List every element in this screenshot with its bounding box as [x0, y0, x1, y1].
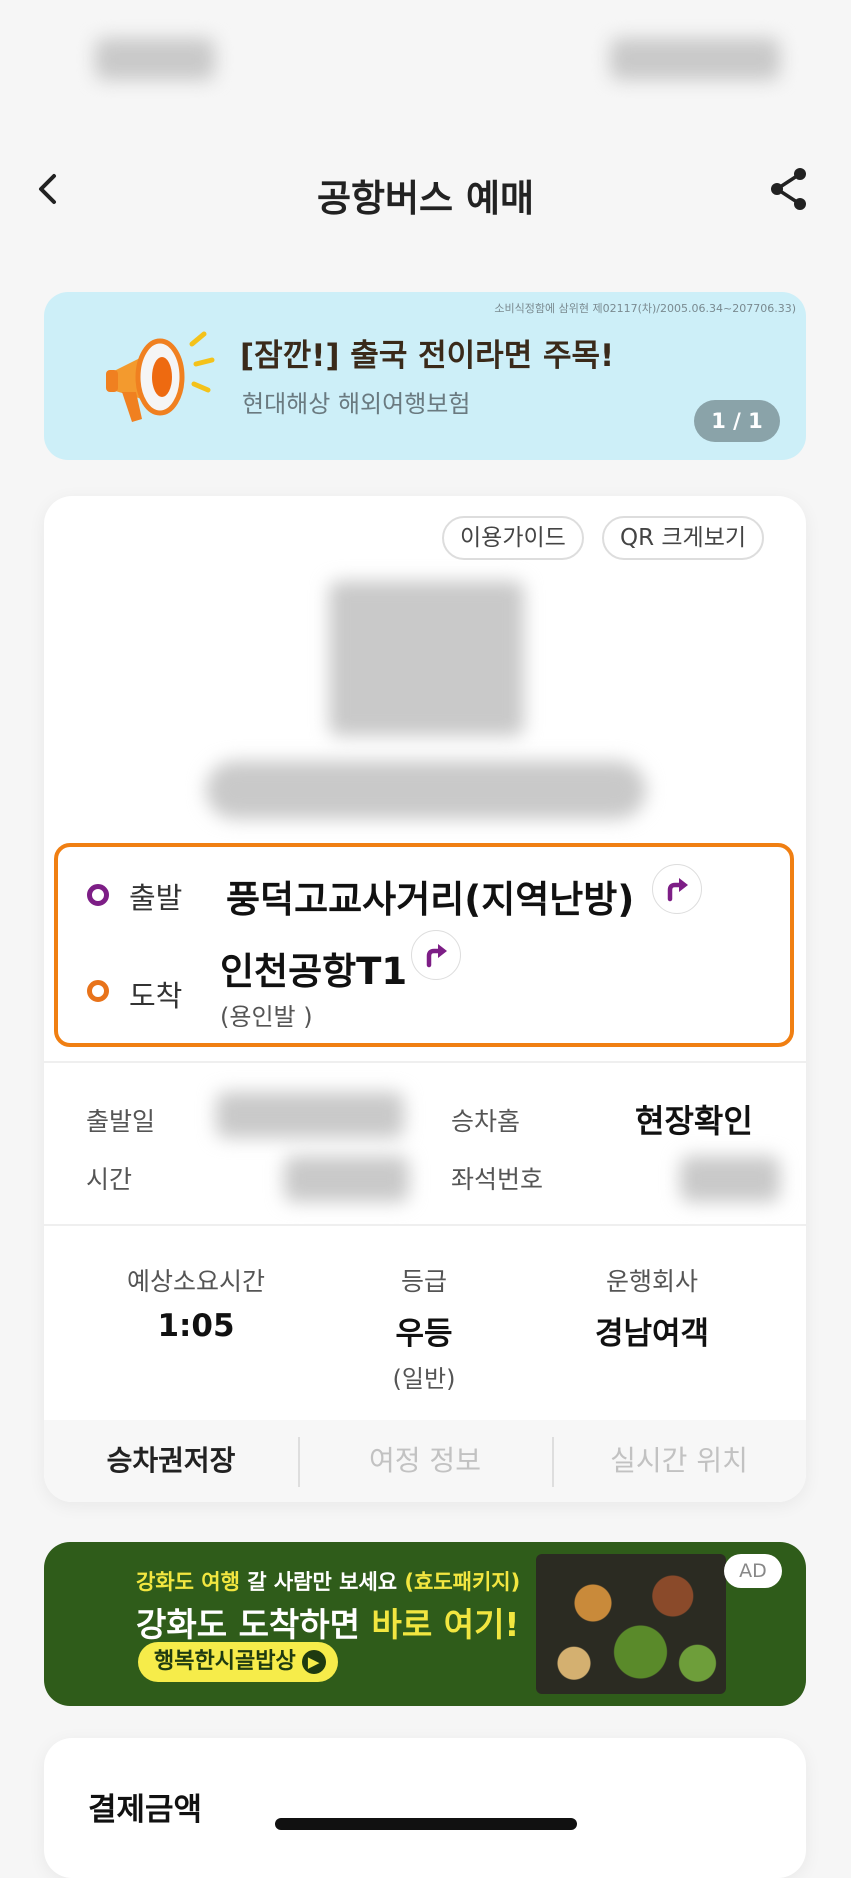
- qr-enlarge-button[interactable]: QR 크게보기: [602, 516, 765, 560]
- duration-stat: 예상소요시간 1:05: [86, 1262, 306, 1344]
- page-title: 공항버스 예매: [316, 177, 535, 220]
- departure-date-label: 출발일: [86, 1107, 156, 1136]
- tab-save-ticket[interactable]: 승차권저장: [44, 1420, 298, 1502]
- ad-highlight: 바로 여기!: [371, 1605, 520, 1644]
- status-bar-time-blurred: [95, 38, 215, 80]
- payment-card: 결제금액: [44, 1738, 806, 1878]
- grade-stat: 등급 우등 (일반): [314, 1262, 534, 1394]
- ad-text: 강화도 도착하면: [136, 1605, 372, 1644]
- arrival-stop: 인천공항T1: [220, 950, 408, 993]
- ad-highlight: 강화도 여행: [136, 1570, 240, 1594]
- company-stat: 운행회사 경남여객: [542, 1262, 762, 1353]
- seat-number-blurred: [680, 1156, 780, 1202]
- departure-time-blurred: [284, 1156, 409, 1202]
- duration-label: 예상소요시간: [126, 1267, 265, 1296]
- arrival-label: 도착: [129, 979, 183, 1013]
- ad-text: 갈 사람만 보세요: [239, 1570, 405, 1594]
- tab-trip-info[interactable]: 여정 정보: [298, 1420, 552, 1502]
- promo-title: [잠깐!] 출국 전이라면 주목!: [240, 338, 615, 374]
- megaphone-icon: [106, 331, 215, 422]
- promo-subtitle: 현대해상 해외여행보험: [242, 390, 471, 418]
- ad-headline-small: 강화도 여행 갈 사람만 보세요 (효도패키지): [136, 1566, 520, 1596]
- grade-label: 등급: [400, 1267, 447, 1296]
- departure-dot-icon: [87, 884, 109, 906]
- home-indicator: [275, 1818, 577, 1830]
- turn-right-arrow-icon: [426, 944, 447, 968]
- departure-date-blurred: [216, 1092, 404, 1138]
- platform-label: 승차홈: [451, 1107, 521, 1136]
- arrow-right-icon: ▶: [301, 1650, 326, 1674]
- insurance-promo-banner[interactable]: 소비식정함에 삼위현 제02117(차)/2005.06.34~207706.3…: [44, 292, 806, 460]
- arrival-note: (용인발 ): [220, 1003, 313, 1031]
- header: 공항버스 예매: [0, 150, 851, 230]
- divider: [44, 1224, 806, 1226]
- platform-value: 현장확인: [635, 1102, 753, 1140]
- seat-number-label: 좌석번호: [451, 1165, 544, 1194]
- share-icon[interactable]: [765, 164, 813, 214]
- turn-right-arrow-icon: [667, 878, 688, 902]
- company-label: 운행회사: [605, 1267, 698, 1296]
- arrival-dot-icon: [87, 980, 109, 1002]
- ad-cta-label: 행복한시골밥상: [154, 1649, 296, 1674]
- ad-highlight: (효도패키지): [404, 1570, 521, 1594]
- ad-badge: AD: [724, 1554, 782, 1588]
- route-box: 출발 풍덕고교사거리(지역난방) 도착 인천공항T1 (용인발 ): [54, 843, 794, 1047]
- grade-sub: (일반): [392, 1365, 456, 1393]
- promo-page-counter: 1 / 1: [694, 400, 780, 442]
- divider: [44, 1061, 806, 1063]
- departure-directions-button[interactable]: [652, 864, 702, 914]
- payment-title: 결제금액: [88, 1792, 203, 1828]
- usage-guide-button[interactable]: 이용가이드: [442, 516, 584, 560]
- ad-banner[interactable]: 강화도 여행 갈 사람만 보세요 (효도패키지) 강화도 도착하면 바로 여기!…: [44, 1542, 806, 1706]
- status-bar-icons-blurred: [610, 38, 780, 80]
- departure-label: 출발: [129, 881, 183, 915]
- ad-cta-button[interactable]: 행복한시골밥상 ▶: [138, 1642, 338, 1682]
- time-label: 시간: [86, 1165, 133, 1194]
- departure-stop: 풍덕고교사거리(지역난방): [226, 878, 635, 921]
- company-value: 경남여객: [594, 1316, 710, 1352]
- ticket-tabbar: 승차권저장 여정 정보 실시간 위치: [44, 1420, 806, 1502]
- promo-fine-print: 소비식정함에 삼위현 제02117(차)/2005.06.34~207706.3…: [494, 302, 796, 315]
- duration-value: 1:05: [157, 1308, 235, 1344]
- food-photo: [536, 1554, 726, 1694]
- ticket-number-blurred: [206, 761, 646, 819]
- qr-code-blurred: [329, 581, 524, 736]
- arrival-directions-button[interactable]: [411, 930, 461, 980]
- grade-value: 우등: [395, 1316, 453, 1352]
- ad-headline: 강화도 도착하면 바로 여기!: [136, 1598, 519, 1646]
- ticket-card: 이용가이드 QR 크게보기 출발 풍덕고교사거리(지역난방) 도착 인천공항T1…: [44, 496, 806, 1502]
- tab-realtime-location[interactable]: 실시간 위치: [552, 1420, 806, 1502]
